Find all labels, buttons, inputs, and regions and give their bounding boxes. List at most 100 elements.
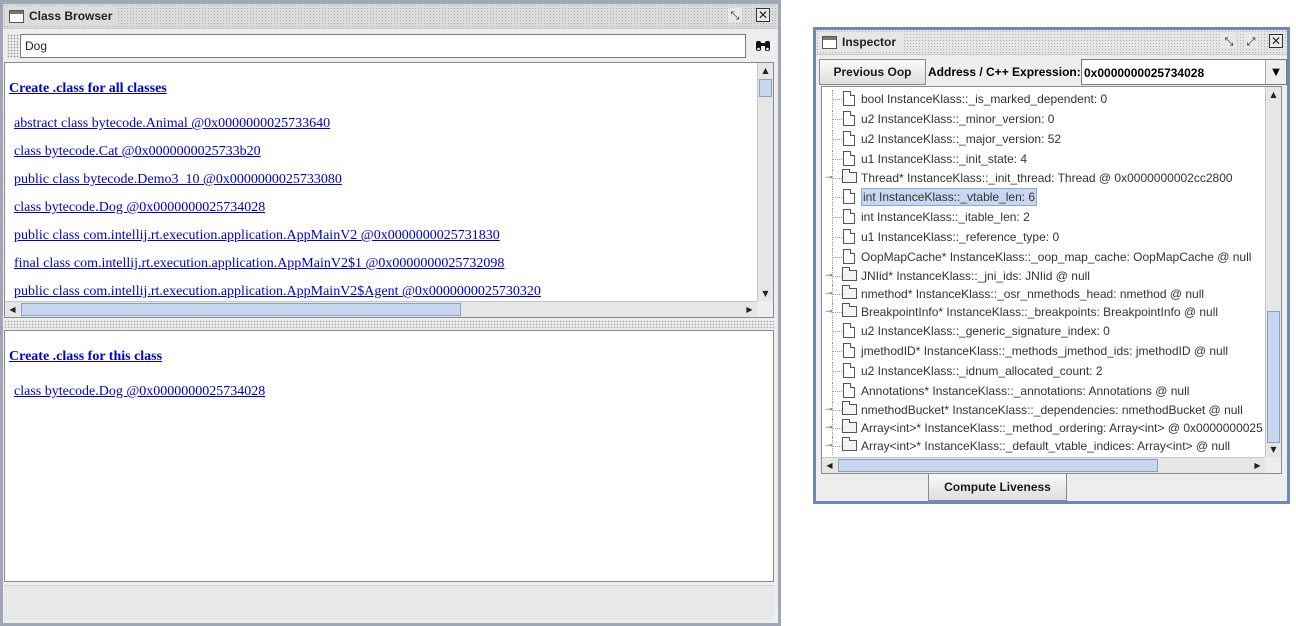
class-search-input[interactable] <box>20 34 746 58</box>
scroll-up-icon[interactable]: ▲ <box>758 63 773 78</box>
class-link[interactable]: public class com.intellij.rt.execution.a… <box>14 228 500 244</box>
tree-line <box>832 331 842 332</box>
scroll-left-icon[interactable]: ◀ <box>822 458 837 473</box>
tree-node[interactable]: u2 InstanceKlass::_minor_version: 0 <box>822 110 1265 128</box>
horizontal-scrollbar[interactable]: ◀ ▶ <box>822 457 1265 473</box>
scroll-down-icon[interactable]: ▼ <box>758 286 773 301</box>
tree-line <box>832 139 842 140</box>
address-value[interactable]: 0x0000000025734028 <box>1084 66 1204 80</box>
tree-node[interactable]: ⊸ Array<int>* InstanceKlass::_method_orde… <box>822 419 1265 437</box>
tree-node[interactable]: u1 InstanceKlass::_reference_type: 0 <box>822 228 1265 246</box>
minimize-icon[interactable]: ⤡ <box>728 8 742 22</box>
split-divider[interactable] <box>4 320 774 329</box>
class-link[interactable]: class bytecode.Cat @0x0000000025733b20 <box>14 144 261 160</box>
leaf-file-icon <box>843 343 855 358</box>
inspector-title: Inspector <box>842 35 897 49</box>
previous-oop-button[interactable]: Previous Oop <box>819 59 926 85</box>
class-link[interactable]: abstract class bytecode.Animal @0x000000… <box>14 116 330 132</box>
tree-node[interactable]: ⊸ nmethod* InstanceKlass::_osr_nmethods_h… <box>822 285 1265 303</box>
scroll-up-icon[interactable]: ▲ <box>1266 87 1281 102</box>
tree-node-label: u1 InstanceKlass::_reference_type: 0 <box>861 230 1060 244</box>
class-link[interactable]: final class com.intellij.rt.execution.ap… <box>14 256 504 272</box>
expand-handle-icon[interactable]: ⊸ <box>825 173 835 183</box>
window-icon <box>822 35 837 49</box>
vertical-scrollbar[interactable]: ▲ ▼ <box>1265 87 1281 457</box>
close-icon[interactable]: ✕ <box>1269 34 1283 48</box>
tree-node-label: jmethodID* InstanceKlass::_methods_jmeth… <box>861 344 1229 358</box>
tree-node[interactable]: int InstanceKlass::_vtable_len: 6 <box>822 188 1265 206</box>
tree-line <box>832 257 842 258</box>
tree-node-label: BreakpointInfo* InstanceKlass::_breakpoi… <box>861 305 1219 319</box>
leaf-file-icon <box>843 383 855 398</box>
tree-node[interactable]: jmethodID* InstanceKlass::_methods_jmeth… <box>822 342 1265 360</box>
tree-node[interactable]: ⊸ JNIid* InstanceKlass::_jni_ids: JNIid @… <box>822 267 1265 285</box>
leaf-file-icon <box>843 209 855 224</box>
leaf-file-icon <box>843 323 855 338</box>
tree-node[interactable]: ⊸ Thread* InstanceKlass::_init_thread: Th… <box>822 169 1265 187</box>
tree-node[interactable]: ⊸ BreakpointInfo* InstanceKlass::_breakpo… <box>822 303 1265 321</box>
tree-node[interactable]: bool InstanceKlass::_is_marked_dependent… <box>822 90 1265 108</box>
leaf-file-icon <box>843 91 855 106</box>
scroll-thumb[interactable] <box>1267 311 1280 443</box>
expand-handle-icon[interactable]: ⊸ <box>825 307 835 317</box>
scroll-right-icon[interactable]: ▶ <box>1250 458 1265 473</box>
address-label: Address / C++ Expression: <box>928 65 1081 79</box>
tree-node-label: Array<int>* InstanceKlass::_method_order… <box>861 421 1263 435</box>
tree-node-label: u2 InstanceKlass::_minor_version: 0 <box>861 112 1055 126</box>
folder-icon <box>842 303 857 317</box>
scroll-down-icon[interactable]: ▼ <box>1266 442 1281 457</box>
tree-node[interactable]: u2 InstanceKlass::_generic_signature_ind… <box>822 322 1265 340</box>
inspector-tree: bool InstanceKlass::_is_marked_dependent… <box>821 86 1282 474</box>
folder-icon <box>842 285 857 299</box>
tree-line <box>832 99 842 100</box>
chevron-down-icon[interactable]: ▼ <box>1265 60 1286 84</box>
class-link[interactable]: class bytecode.Dog @0x0000000025734028 <box>14 384 265 400</box>
class-browser-titlebar[interactable]: Class Browser ⤡ ✕ <box>3 4 778 29</box>
folder-icon <box>842 419 857 433</box>
tree-node-label: int InstanceKlass::_itable_len: 2 <box>861 210 1030 224</box>
binoculars-icon[interactable] <box>750 34 776 58</box>
compute-liveness-button[interactable]: Compute Liveness <box>928 473 1067 501</box>
tree-node[interactable]: Annotations* InstanceKlass::_annotations… <box>822 382 1265 400</box>
tree-node[interactable]: u2 InstanceKlass::_idnum_allocated_count… <box>822 362 1265 380</box>
class-link[interactable]: class bytecode.Dog @0x0000000025734028 <box>14 200 265 216</box>
minimize-icon[interactable]: ⤡ <box>1222 34 1236 48</box>
tree-node-label: Thread* InstanceKlass::_init_thread: Thr… <box>861 171 1233 185</box>
toolbar-grip[interactable] <box>7 34 19 58</box>
expand-handle-icon[interactable]: ⊸ <box>825 423 835 433</box>
vertical-scrollbar[interactable]: ▲ ▼ <box>757 63 773 301</box>
expand-handle-icon[interactable]: ⊸ <box>825 405 835 415</box>
create-class-this-link[interactable]: Create .class for this class <box>9 349 162 365</box>
expand-handle-icon[interactable]: ⊸ <box>825 271 835 281</box>
tree-node[interactable]: int InstanceKlass::_itable_len: 2 <box>822 208 1265 226</box>
expand-handle-icon[interactable]: ⊸ <box>825 289 835 299</box>
inspector-titlebar[interactable]: Inspector ⤡ ⤢ ✕ <box>816 30 1287 55</box>
tree-node[interactable]: ⊸ Array<int>* InstanceKlass::_default_vta… <box>822 437 1265 455</box>
expand-handle-icon[interactable]: ⊸ <box>825 441 835 451</box>
class-link[interactable]: public class bytecode.Demo3_10 @0x000000… <box>14 172 342 188</box>
close-icon[interactable]: ✕ <box>756 8 770 22</box>
leaf-file-icon <box>843 131 855 146</box>
tree-node[interactable]: u2 InstanceKlass::_major_version: 52 <box>822 130 1265 148</box>
scroll-thumb[interactable] <box>838 459 1158 472</box>
scroll-thumb[interactable] <box>759 79 772 97</box>
inspector-window: Inspector ⤡ ⤢ ✕ Previous Oop Address / C… <box>813 27 1290 504</box>
folder-icon <box>842 267 857 281</box>
tree-line <box>832 371 842 372</box>
leaf-file-icon <box>843 363 855 378</box>
address-combo[interactable]: 0x0000000025734028 ▼ <box>1081 59 1287 85</box>
tree-node-label: int InstanceKlass::_vtable_len: 6 <box>861 188 1038 206</box>
tree-line <box>832 119 842 120</box>
create-class-all-link[interactable]: Create .class for all classes <box>9 81 167 97</box>
maximize-icon[interactable]: ⤢ <box>1244 34 1258 48</box>
tree-line <box>832 391 842 392</box>
tree-node[interactable]: OopMapCache* InstanceKlass::_oop_map_cac… <box>822 248 1265 266</box>
scroll-right-icon[interactable]: ▶ <box>742 302 757 317</box>
tree-node[interactable]: ⊸ nmethodBucket* InstanceKlass::_dependen… <box>822 401 1265 419</box>
class-link[interactable]: public class com.intellij.rt.execution.a… <box>14 284 541 300</box>
horizontal-scrollbar[interactable]: ◀ ▶ <box>5 301 757 317</box>
scroll-left-icon[interactable]: ◀ <box>5 302 20 317</box>
tree-node[interactable]: u1 InstanceKlass::_init_state: 4 <box>822 150 1265 168</box>
scroll-thumb[interactable] <box>21 303 461 316</box>
this-class-pane: Create .class for this class class bytec… <box>4 330 774 582</box>
